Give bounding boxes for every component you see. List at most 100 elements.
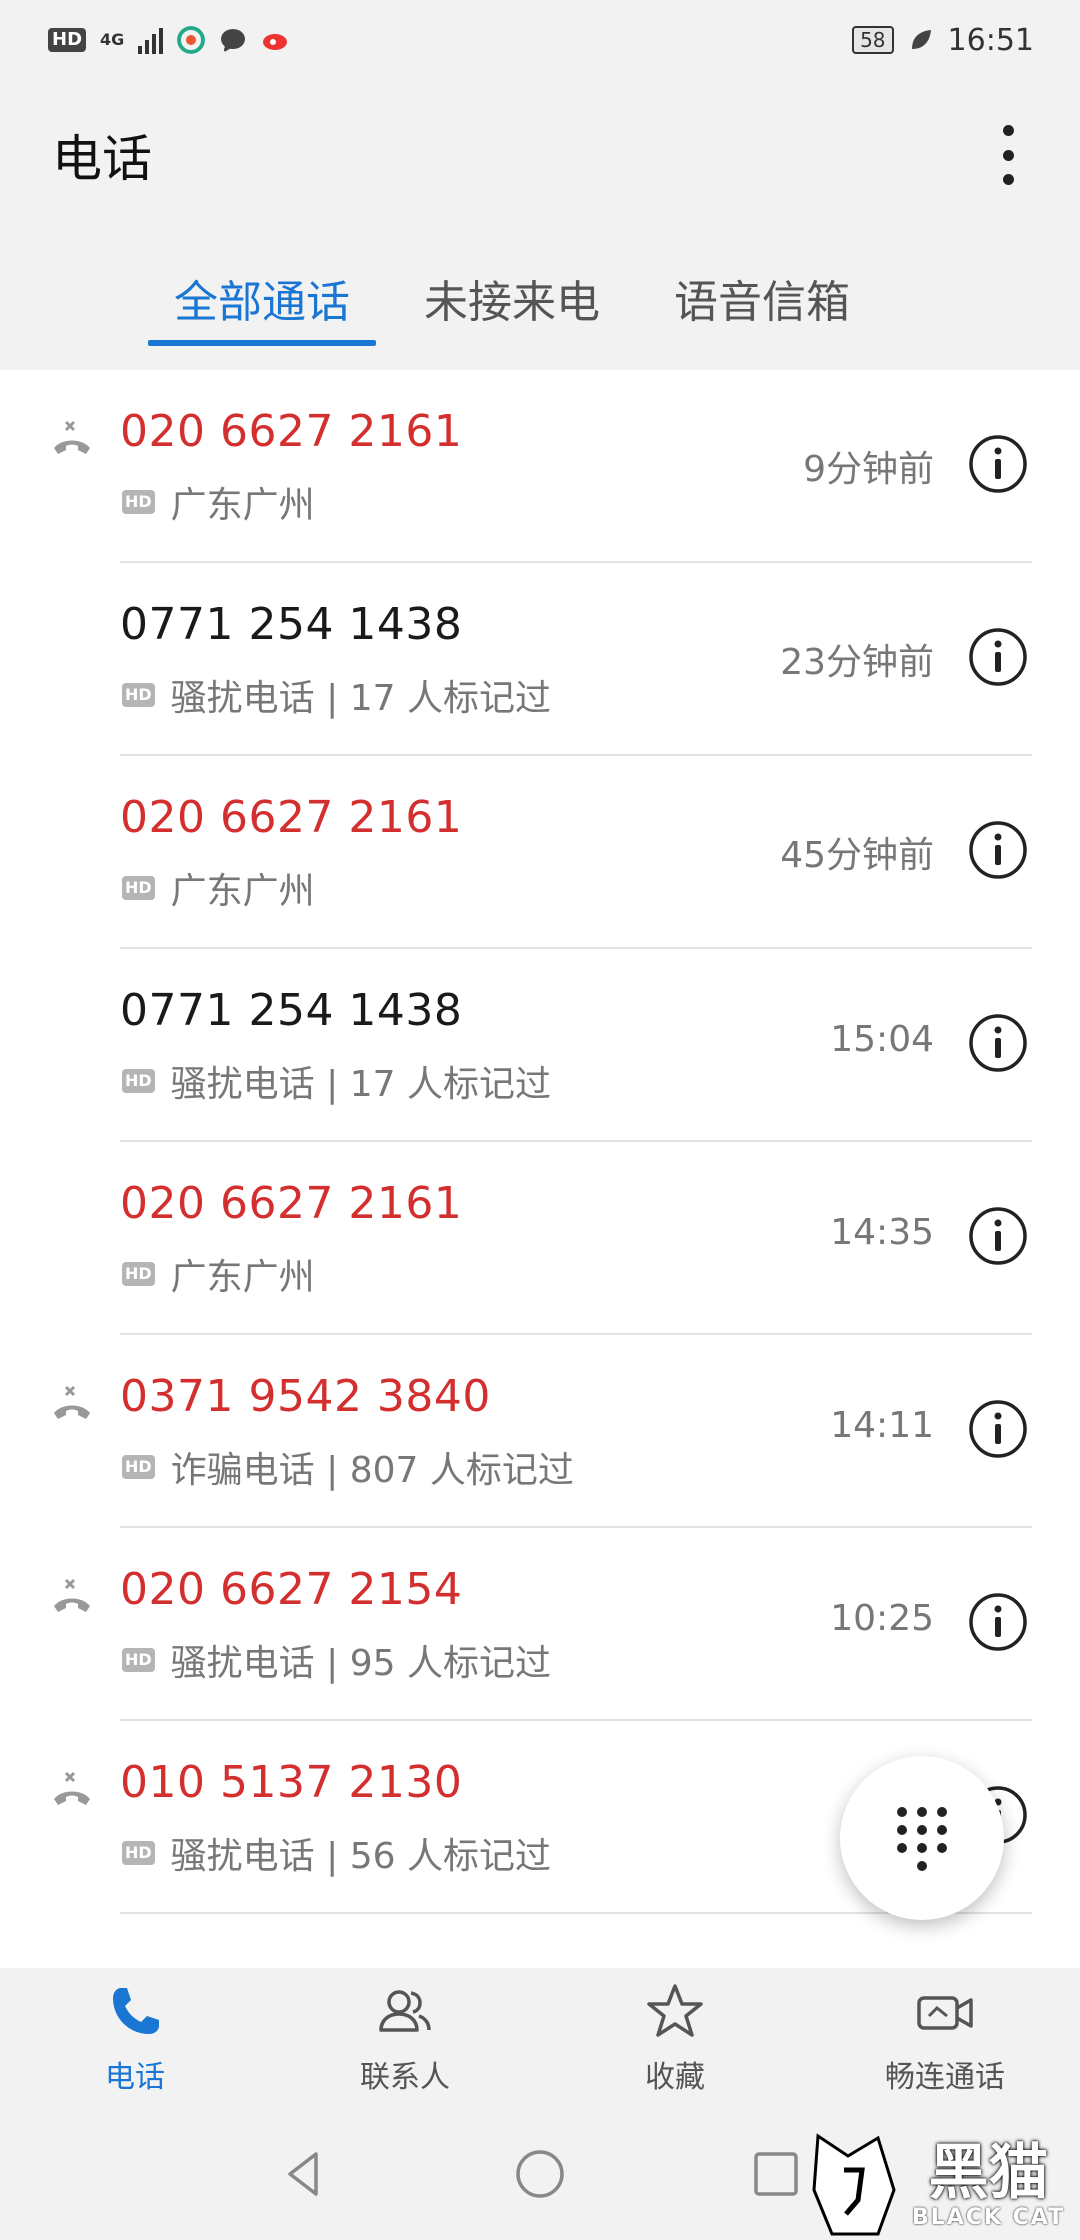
call-location: 骚扰电话 | 56 人标记过 [170,1836,551,1877]
hd-badge: HD [122,876,155,900]
weibo-app-icon [263,34,288,50]
call-subtitle: HD 骚扰电话 | 56 人标记过 [122,1827,551,1879]
home-icon[interactable] [512,2146,568,2202]
nav-phone[interactable]: 电话 [0,1968,270,2108]
call-tabs: 全部通话 未接来电 语音信箱 [0,250,1080,370]
hd-badge: HD [122,1455,155,1479]
hd-badge: HD [122,1069,155,1093]
nav-contacts[interactable]: 联系人 [270,1968,540,2108]
call-number: 020 6627 2161 [120,792,463,843]
nav-label: 电话 [105,2060,165,2095]
call-location: 骚扰电话 | 17 人标记过 [170,678,551,719]
watermark-text: 黑猫 BLACK CAT [912,2141,1065,2230]
call-log-row[interactable]: 020 6627 2161 HD 广东广州 45分钟前 [0,756,1080,949]
call-time: 45分钟前 [780,835,934,876]
status-left: HD 4G [48,26,289,54]
tab-voicemail[interactable]: 语音信箱 [674,250,850,346]
call-location: 广东广州 [170,1257,315,1298]
tab-missed-calls[interactable]: 未接来电 [424,250,600,346]
call-subtitle: HD 广东广州 [122,1248,315,1300]
call-log-list: 020 6627 2161 HD 广东广州 9分钟前 0771 254 1438 HD 骚扰… [0,370,1080,1968]
call-log-row[interactable]: 0771 254 1438 HD 骚扰电话 | 17 人标记过 23分钟前 [0,563,1080,756]
hd-badge: HD [122,683,155,707]
call-time: 14:35 [830,1212,934,1253]
call-number: 020 6627 2154 [120,1564,463,1615]
call-subtitle: HD 骚扰电话 | 17 人标记过 [122,669,551,721]
app-bar: 电话 [0,80,1080,230]
call-time: 15:04 [830,1019,934,1060]
watermark-en: BLACK CAT [912,2204,1066,2230]
nav-label: 联系人 [360,2060,450,2095]
info-icon[interactable] [968,434,1028,494]
status-bar: HD 4G 58 16:51 [0,0,1080,80]
call-number: 0771 254 1438 [120,599,463,650]
call-log-row[interactable]: 020 6627 2161 HD 广东广州 9分钟前 [0,370,1080,563]
watermark-cn: 黑猫 [928,2137,1049,2208]
call-log-row[interactable]: 020 6627 2154 HD 骚扰电话 | 95 人标记过 10:25 [0,1528,1080,1721]
call-number: 0771 254 1438 [120,985,463,1036]
nav-label: 畅连通话 [885,2060,1005,2095]
hd-badge: HD [122,1841,155,1865]
call-time: 10:25 [830,1598,934,1639]
info-icon[interactable] [968,1206,1028,1266]
cat-logo-icon [812,2133,896,2236]
star-icon [647,1984,703,2037]
hd-badge: HD [122,1262,155,1286]
call-time: 14:11 [830,1405,934,1446]
nav-favorites[interactable]: 收藏 [540,1968,810,2108]
call-log-row[interactable]: 0771 254 1438 HD 骚扰电话 | 17 人标记过 15:04 [0,949,1080,1142]
info-icon[interactable] [968,820,1028,880]
info-icon[interactable] [968,627,1028,687]
missed-call-icon [54,1578,90,1612]
call-subtitle: HD 骚扰电话 | 17 人标记过 [122,1055,551,1107]
call-log-row[interactable]: 020 6627 2161 HD 广东广州 14:35 [0,1142,1080,1335]
browser-app-icon [177,26,206,54]
hd-voice-icon: HD [48,28,87,52]
call-location: 骚扰电话 | 95 人标记过 [170,1643,551,1684]
info-icon[interactable] [968,1013,1028,1073]
bottom-navigation: 电话 联系人 收藏 畅连通话 [0,1968,1080,2108]
hd-badge: HD [122,490,155,514]
page-title: 电话 [52,130,152,188]
clock: 16:51 [947,22,1034,58]
call-number: 010 5137 2130 [120,1757,463,1808]
dialpad-button[interactable] [840,1756,1004,1920]
battery-level: 58 [852,26,894,54]
dialpad-icon [897,1807,947,1871]
call-subtitle: HD 广东广州 [122,862,315,914]
status-right: 58 16:51 [852,23,1034,58]
call-subtitle: HD 广东广州 [122,476,315,528]
call-location: 广东广州 [170,485,315,526]
missed-call-icon [54,1385,90,1419]
leaf-icon [911,30,931,49]
call-number: 020 6627 2161 [120,406,463,457]
call-subtitle: HD 骚扰电话 | 95 人标记过 [122,1634,551,1686]
tab-all-calls[interactable]: 全部通话 [148,250,376,346]
call-time: 9分钟前 [803,449,934,490]
call-location: 广东广州 [170,871,315,912]
call-time: 23分钟前 [780,642,934,683]
missed-call-icon [54,1771,90,1805]
watermark: 黑猫 BLACK CAT [808,2130,1080,2240]
network-type: 4G [100,30,125,49]
more-options-icon[interactable] [996,125,1020,185]
missed-call-icon [54,420,90,454]
call-location: 骚扰电话 | 17 人标记过 [170,1064,551,1105]
signal-icon [138,26,164,54]
recents-icon[interactable] [748,2146,804,2202]
nav-video-call[interactable]: 畅连通话 [810,1968,1080,2108]
call-subtitle: HD 诈骗电话 | 807 人标记过 [122,1441,574,1493]
call-log-row[interactable]: 0371 9542 3840 HD 诈骗电话 | 807 人标记过 14:11 [0,1335,1080,1528]
call-number: 0371 9542 3840 [120,1371,491,1422]
message-app-icon [221,29,246,53]
nav-label: 收藏 [645,2060,705,2095]
call-number: 020 6627 2161 [120,1178,463,1229]
info-icon[interactable] [968,1399,1028,1459]
back-icon[interactable] [276,2146,332,2202]
call-location: 诈骗电话 | 807 人标记过 [170,1450,574,1491]
info-icon[interactable] [968,1592,1028,1652]
phone-icon [113,1988,159,2034]
contacts-icon [379,1990,431,2032]
hd-badge: HD [122,1648,155,1672]
video-call-icon [917,1996,973,2030]
